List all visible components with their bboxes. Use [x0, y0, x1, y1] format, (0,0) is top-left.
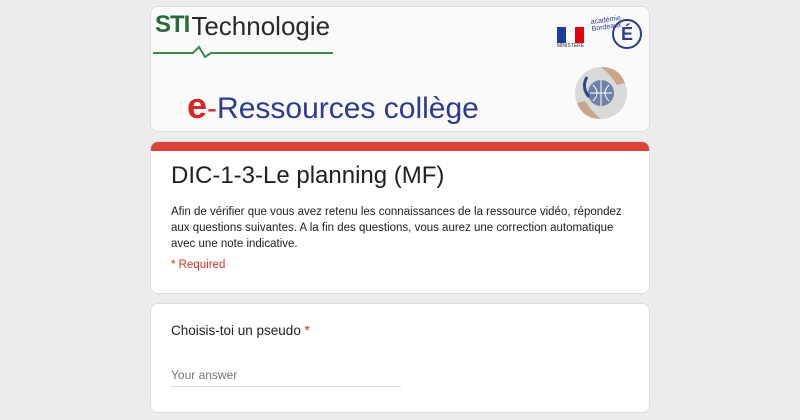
e-ressources-title: e-Ressources collège [187, 85, 479, 127]
pseudo-answer-input[interactable] [171, 364, 401, 387]
question-label-text: Choisis-toi un pseudo [171, 323, 301, 338]
header-banner: STI Technologie MINISTÈRE académie Borde… [150, 6, 650, 132]
sti-technologie-logo: STI Technologie [155, 11, 330, 42]
required-asterisk: * [304, 323, 310, 338]
question-label: Choisis-toi un pseudo * [171, 323, 310, 338]
form-header-card: DIC-1-3-Le planning (MF) Afin de vérifie… [150, 141, 650, 294]
technologie-logo-text: Technologie [191, 11, 331, 41]
ministry-label: MINISTÈRE [556, 43, 585, 49]
e-ressources-text: Ressources collège [217, 92, 479, 125]
accent-bar [151, 142, 649, 151]
e-ressources-dash: - [207, 92, 218, 125]
french-flag-icon [557, 27, 584, 43]
sti-logo-text: STI [155, 11, 190, 38]
form-description: Afin de vérifier que vous avez retenu le… [171, 206, 622, 250]
globe-hands-icon [575, 67, 627, 119]
question-card: Choisis-toi un pseudo * [150, 303, 650, 413]
wave-icon [153, 45, 333, 59]
e-ressources-e: e [187, 85, 208, 126]
academie-logo-icon: É [612, 19, 642, 49]
form-title: DIC-1-3-Le planning (MF) [171, 162, 445, 189]
required-note: * Required [171, 259, 226, 271]
